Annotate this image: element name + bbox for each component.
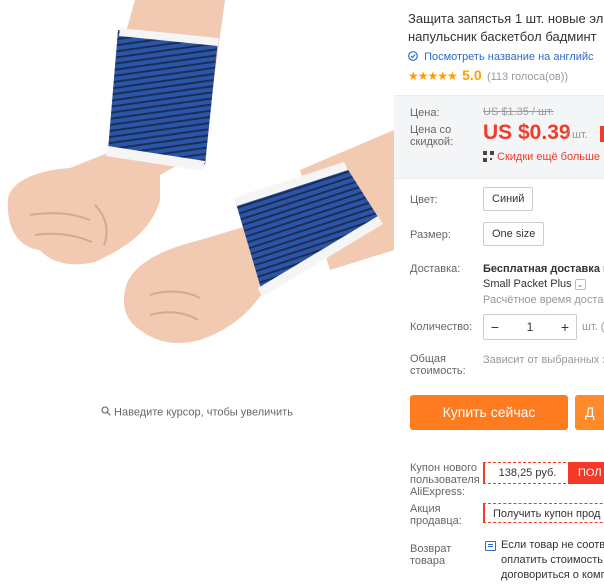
shipping-method-select[interactable]: Small Packet Plus ⌄ <box>483 278 586 290</box>
shipping-title: Бесплатная доставка в <box>483 263 604 275</box>
coupon-label-1: Купон нового <box>410 462 478 474</box>
wrist-support-photo <box>7 0 394 343</box>
total-label-2: стоимость: <box>410 365 466 377</box>
discount-price-label-2: скидкой: <box>410 136 454 148</box>
shipping-label: Доставка: <box>410 263 461 275</box>
magnifier-icon <box>101 406 111 419</box>
shipping-method-text[interactable]: Small Packet Plus <box>483 278 572 290</box>
rating-stars-icon: ★★★★★ <box>408 69 458 83</box>
total-note: Зависит от выбранных з <box>483 354 604 366</box>
discount-price: US $0.39 <box>483 121 571 144</box>
old-price: US $1.35 / шт. <box>483 106 554 118</box>
color-option-blue[interactable]: Синий <box>483 187 534 211</box>
coupon-label-2: пользователя <box>410 474 480 486</box>
zoom-hint-text: Наведите курсор, чтобы увеличить <box>114 406 293 419</box>
votes-count[interactable]: (113 голоса(ов)) <box>487 71 568 83</box>
price-label: Цена: <box>410 107 440 119</box>
get-coupon-button[interactable]: ПОЛ <box>568 462 604 484</box>
coupon-label-3: AliExpress: <box>410 486 466 498</box>
price-box: Цена: US $1.35 / шт. Цена со скидкой: US… <box>394 95 604 179</box>
buy-now-button[interactable]: Купить сейчас <box>410 395 568 430</box>
return-policy-icon <box>485 541 496 551</box>
total-label-1: Общая <box>410 353 446 365</box>
seller-coupon-button[interactable]: Получить купон прод <box>483 503 604 523</box>
quantity-decrease-button[interactable]: − <box>484 315 506 339</box>
product-info-panel: Защита запястья 1 шт. новые эл напульсни… <box>394 0 604 587</box>
quantity-input[interactable]: 1 <box>506 315 554 339</box>
translate-link-text[interactable]: Посмотреть название на английс <box>424 51 593 63</box>
translate-icon <box>408 51 421 63</box>
product-title: Защита запястья 1 шт. новые эл напульсни… <box>408 10 604 46</box>
return-line-2: оплатить стоимость с <box>501 554 604 566</box>
returns-label-2: товара <box>410 555 446 567</box>
discount-price-label-1: Цена со <box>410 124 452 136</box>
quantity-increase-button[interactable]: + <box>554 315 576 339</box>
return-line-3: договориться о комп <box>501 569 604 581</box>
product-title-line-1: Защита запястья 1 шт. новые эл <box>408 11 604 26</box>
translate-title-link[interactable]: Посмотреть название на английс <box>408 51 594 63</box>
app-discount-text[interactable]: Скидки ещё больше <box>497 151 600 163</box>
returns-label-1: Возврат <box>410 543 452 555</box>
qr-code-icon <box>483 151 494 162</box>
color-label: Цвет: <box>410 194 438 206</box>
discount-badge <box>600 126 604 142</box>
return-policy-text: Если товар не соотве оплатить стоимость … <box>501 538 604 583</box>
seller-promo-label-2: продавца: <box>410 515 462 527</box>
app-discount-link[interactable]: Скидки ещё больше <box>483 151 600 163</box>
shipping-estimate: Расчётное время достав <box>483 294 604 306</box>
seller-promo-label-1: Акция <box>410 503 441 515</box>
product-image[interactable] <box>0 0 394 390</box>
rating[interactable]: ★★★★★ 5.0 (113 голоса(ов)) <box>408 67 568 83</box>
rating-score: 5.0 <box>462 67 482 83</box>
quantity-label: Количество: <box>410 321 473 333</box>
zoom-hint: Наведите курсор, чтобы увеличить <box>0 406 394 419</box>
quantity-stepper[interactable]: − 1 + <box>483 314 577 340</box>
chevron-down-icon[interactable]: ⌄ <box>574 279 586 290</box>
size-option-one-size[interactable]: One size <box>483 222 545 246</box>
product-title-line-2: напульсник баскетбол бадминт <box>408 29 597 44</box>
quantity-unit: шт. (2 <box>582 321 604 333</box>
size-label: Размер: <box>410 229 451 241</box>
price-unit: / шт. <box>566 129 588 141</box>
return-line-1: Если товар не соотве <box>501 539 604 551</box>
coupon-amount: 138,25 руб. <box>483 462 571 484</box>
add-to-cart-button[interactable]: Д <box>575 395 604 430</box>
